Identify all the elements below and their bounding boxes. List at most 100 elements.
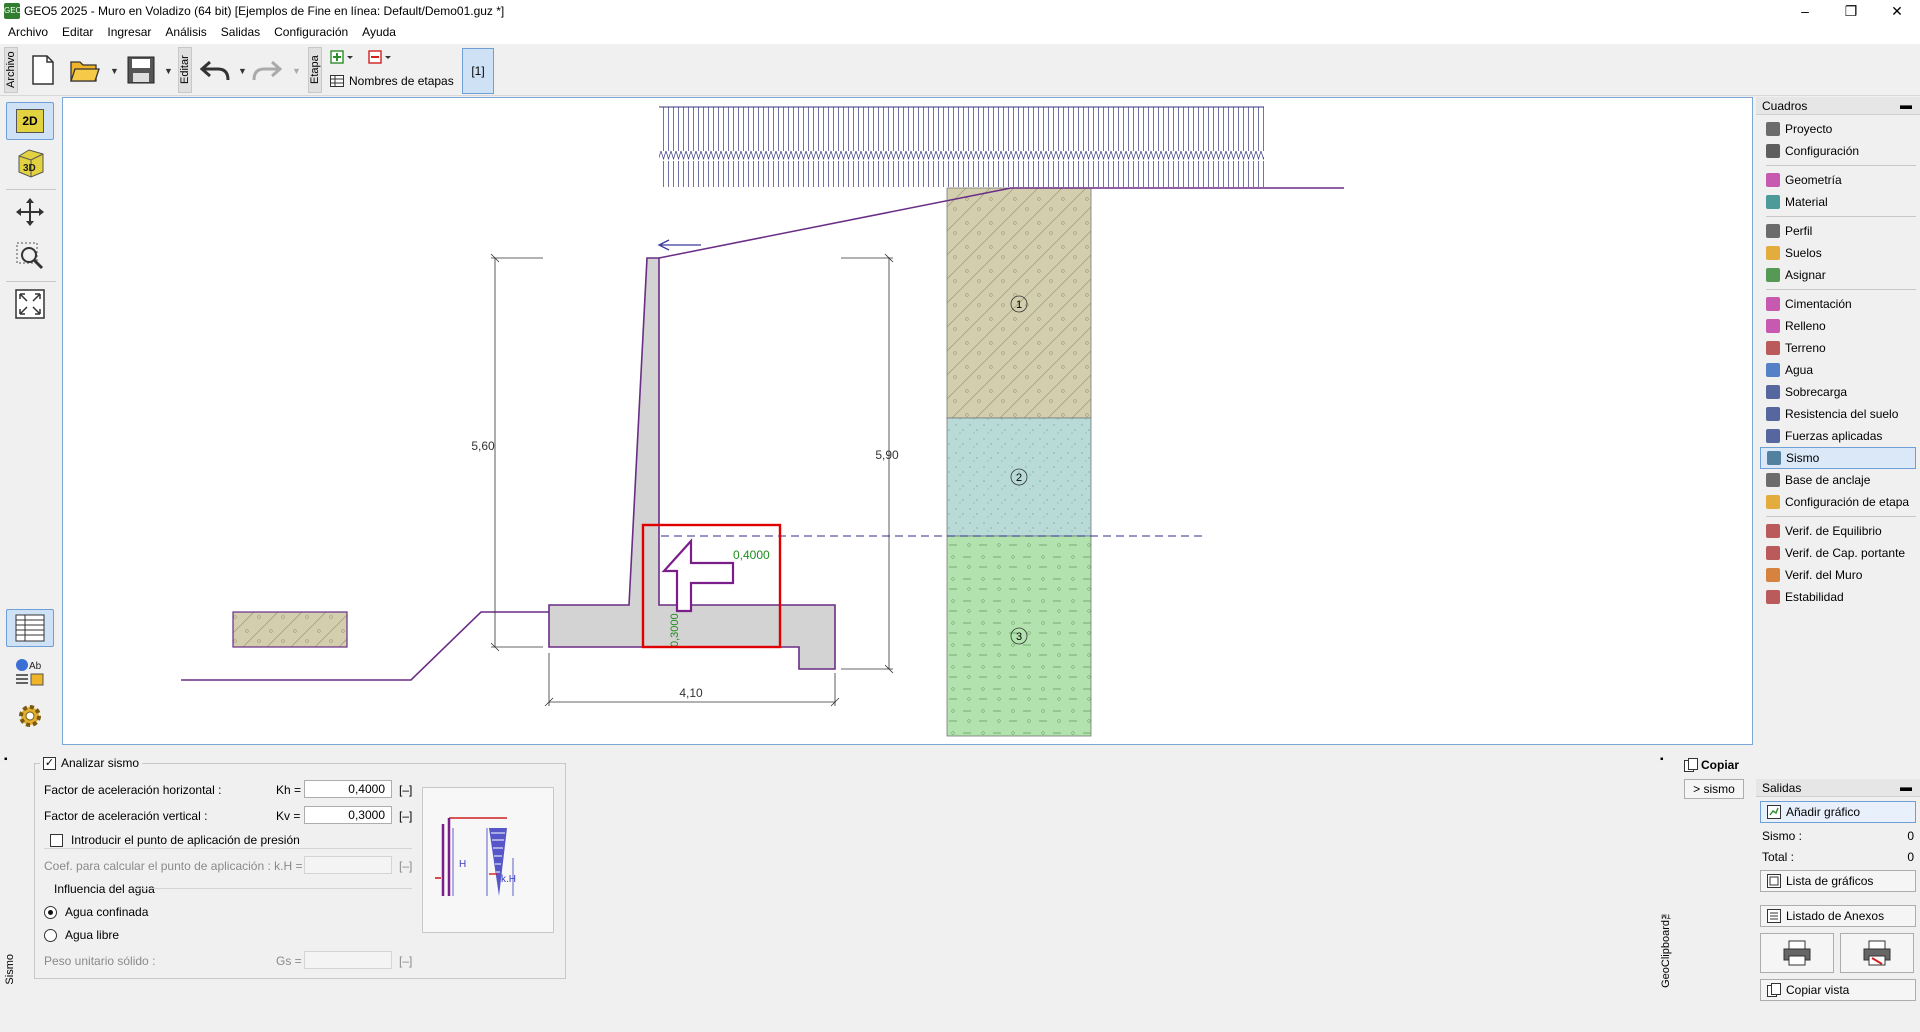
frame-item-sobrecarga[interactable]: Sobrecarga (1760, 381, 1916, 403)
outputs-header: Salidas ▬ (1756, 779, 1920, 797)
outputs-title: Salidas (1762, 781, 1802, 795)
view-3d-button[interactable]: 3D (6, 144, 54, 182)
list-annexes-button[interactable]: Listado de Anexos (1760, 905, 1916, 927)
frame-item-configuración[interactable]: Configuración (1760, 140, 1916, 162)
frame-item-configuración-de-etapa[interactable]: Configuración de etapa (1760, 491, 1916, 513)
title-bar: GEO5 GEO5 2025 - Muro en Voladizo (64 bi… (0, 0, 1920, 22)
add-chart-button[interactable]: Añadir gráfico (1760, 801, 1916, 823)
close-button[interactable]: ✕ (1874, 0, 1920, 22)
frame-item-label: Material (1785, 195, 1828, 209)
frame-item-verif-de-cap-portante[interactable]: Verif. de Cap. portante (1760, 542, 1916, 564)
menu-salidas[interactable]: Salidas (214, 22, 267, 42)
undo-icon (200, 60, 230, 81)
frame-item-geometría[interactable]: Geometría (1760, 169, 1916, 191)
menu-configuracion[interactable]: Configuración (267, 22, 355, 42)
frame-item-relleno[interactable]: Relleno (1760, 315, 1916, 337)
frame-item-resistencia-del-suelo[interactable]: Resistencia del suelo (1760, 403, 1916, 425)
view-3d-label: 3D (23, 163, 36, 174)
collapse-frames-button[interactable]: ▬ (1900, 98, 1912, 112)
frame-item-base-de-anclaje[interactable]: Base de anclaje (1760, 469, 1916, 491)
confined-water-radio[interactable] (44, 905, 57, 919)
frame-item-cimentación[interactable]: Cimentación (1760, 293, 1916, 315)
new-file-button[interactable] (26, 50, 60, 90)
drawing-canvas[interactable]: 1 2 3 5,60 5,90 4,10 0,4000 0,3000 (62, 97, 1753, 745)
kv-input[interactable]: 0,3000 (304, 806, 392, 824)
clipboard-tab-marker: ▪ (1660, 754, 1664, 765)
copy-button[interactable]: Copiar (1684, 758, 1739, 772)
menu-ingresar[interactable]: Ingresar (100, 22, 158, 42)
list-charts-button[interactable]: Lista de gráficos (1760, 870, 1916, 892)
sismo-count-value: 0 (1907, 829, 1914, 843)
frame-item-verif-del-muro[interactable]: Verif. del Muro (1760, 564, 1916, 586)
point-checkbox-row[interactable]: Introducir el punto de aplicación de pre… (50, 833, 300, 847)
kh-input[interactable]: 0,4000 (304, 780, 392, 798)
frame-item-label: Fuerzas aplicadas (1785, 429, 1883, 443)
open-dropdown-icon[interactable]: ▼ (110, 66, 119, 76)
save-button[interactable] (124, 50, 158, 90)
save-dropdown-icon[interactable]: ▼ (164, 66, 173, 76)
undo-button[interactable] (198, 50, 232, 90)
frame-item-proyecto[interactable]: Proyecto (1760, 118, 1916, 140)
menu-archivo[interactable]: Archivo (0, 22, 55, 42)
unit-weight-label: Peso unitario sólido : (44, 954, 156, 968)
zoom-window-button[interactable] (6, 237, 54, 275)
free-water-option[interactable]: Agua libre (44, 928, 119, 942)
kv-symbol: Kv = (276, 809, 301, 823)
pan-button[interactable] (6, 193, 54, 231)
menu-editar[interactable]: Editar (55, 22, 100, 42)
frame-item-agua[interactable]: Agua (1760, 359, 1916, 381)
diagram-h-label: H (459, 859, 466, 870)
free-water-radio[interactable] (44, 928, 57, 942)
undo-dropdown-icon[interactable]: ▼ (238, 66, 247, 76)
menu-ayuda[interactable]: Ayuda (355, 22, 403, 42)
frame-item-label: Verif. del Muro (1785, 568, 1863, 582)
redo-dropdown-icon[interactable]: ▼ (292, 66, 301, 76)
frame-item-perfil[interactable]: Perfil (1760, 220, 1916, 242)
point-checkbox[interactable] (50, 833, 63, 847)
analyze-checkbox-row[interactable]: ✓ Analizar sismo (40, 756, 143, 770)
frame-item-sismo[interactable]: Sismo (1760, 447, 1916, 469)
zoom-extents-button[interactable] (6, 285, 54, 323)
copy-view-button[interactable]: Copiar vista (1760, 979, 1916, 1001)
remove-stage-button[interactable] (368, 50, 394, 66)
table-view-button[interactable] (6, 609, 54, 647)
drawing-style-button[interactable]: Ab (6, 653, 54, 691)
wall-geometry-icon (1766, 173, 1780, 187)
frame-item-label: Configuración (1785, 144, 1860, 158)
confined-water-option[interactable]: Agua confinada (44, 905, 148, 919)
open-file-button[interactable] (68, 50, 102, 90)
stage-settings-icon (1766, 495, 1780, 509)
frame-item-verif-de-equilibrio[interactable]: Verif. de Equilibrio (1760, 520, 1916, 542)
outputs-section: Salidas ▬ Añadir gráfico Sismo : 0 Total… (1756, 779, 1920, 1001)
frame-item-suelos[interactable]: Suelos (1760, 242, 1916, 264)
move-arrows-icon (16, 198, 44, 226)
collapse-outputs-button[interactable]: ▬ (1900, 780, 1912, 794)
minimize-button[interactable]: – (1782, 0, 1828, 22)
assign-icon (1766, 268, 1780, 282)
print-pdf-button[interactable] (1840, 933, 1914, 973)
list-charts-label: Lista de gráficos (1786, 874, 1874, 888)
frame-item-estabilidad[interactable]: Estabilidad (1760, 586, 1916, 608)
frame-item-material[interactable]: Material (1760, 191, 1916, 213)
water-group-title: Influencia del agua (54, 882, 155, 896)
add-stage-button[interactable] (330, 50, 356, 66)
redo-button[interactable] (250, 50, 284, 90)
analyze-checkbox[interactable]: ✓ (43, 756, 56, 770)
pressure-arrow (657, 239, 701, 251)
kh-unit: [–] (399, 783, 413, 797)
settings-button[interactable] (6, 697, 54, 735)
frame-item-terreno[interactable]: Terreno (1760, 337, 1916, 359)
maximize-button[interactable]: ❐ (1828, 0, 1874, 22)
frame-item-asignar[interactable]: Asignar (1760, 264, 1916, 286)
frame-item-fuerzas-aplicadas[interactable]: Fuerzas aplicadas (1760, 425, 1916, 447)
view-2d-button[interactable]: 2D (6, 102, 54, 140)
stage-1-button[interactable]: [1] (462, 48, 494, 94)
confined-water-label: Agua confinada (65, 905, 149, 919)
frame-item-label: Geometría (1785, 173, 1842, 187)
print-button[interactable] (1760, 933, 1834, 973)
stage-names-button[interactable]: Nombres de etapas (330, 74, 454, 88)
free-water-label: Agua libre (65, 928, 120, 942)
copy-sismo-button[interactable]: > sismo (1684, 779, 1744, 799)
menu-analisis[interactable]: Análisis (158, 22, 213, 42)
left-toolbar: 2D 3D Ab (0, 97, 62, 745)
